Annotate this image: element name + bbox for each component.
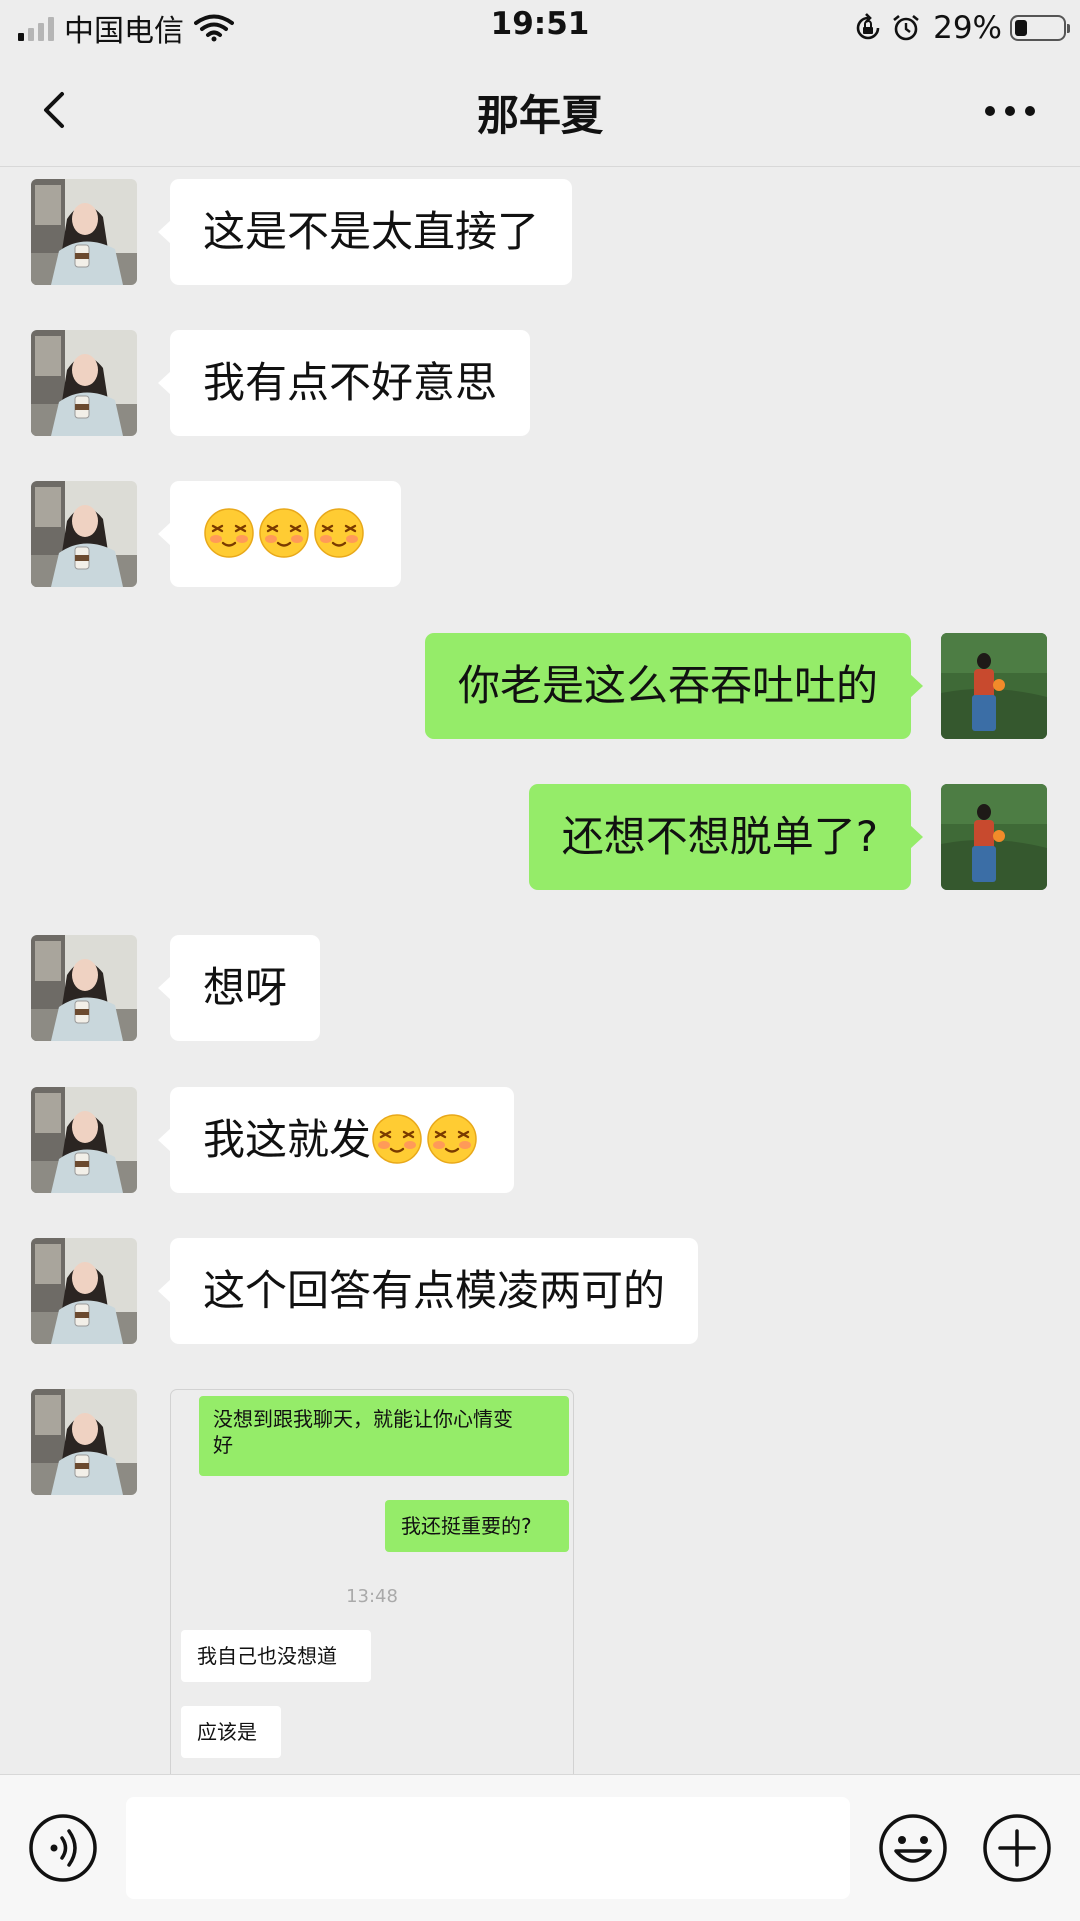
contact-avatar[interactable] <box>31 330 137 436</box>
message-bubble[interactable]: 这是不是太直接了 <box>157 179 573 285</box>
screenshot-text: 好 <box>213 1433 233 1457</box>
message-text: 这是不是太直接了 <box>203 207 540 256</box>
battery-icon <box>1010 15 1070 41</box>
my-avatar[interactable] <box>941 784 1047 890</box>
emoji-icon <box>879 1814 947 1882</box>
message-text: 我有点不好意思 <box>203 358 498 407</box>
input-bar <box>0 1774 1080 1921</box>
message-input[interactable] <box>126 1797 850 1899</box>
message-bubble[interactable]: 还想不想脱单了? <box>528 784 924 890</box>
screenshot-text: 我还挺重要的? <box>401 1514 532 1538</box>
contact-avatar[interactable] <box>31 1389 137 1495</box>
message-bubble[interactable]: 我这就发 <box>157 1087 515 1193</box>
screenshot-bubble-out: 我还挺重要的? <box>385 1500 569 1552</box>
plus-button[interactable] <box>982 1813 1052 1883</box>
more-button[interactable] <box>980 96 1040 126</box>
screenshot-bubble-out: 没想到跟我聊天，就能让你心情变 好 <box>199 1396 569 1476</box>
message-list[interactable]: 这是不是太直接了 我有点不好意思 你老是这么吞吞吐吐的 还想不想脱单了? 想呀 <box>0 167 1080 1774</box>
shy-face-emoji-icon <box>371 1113 423 1165</box>
screenshot-bubble-in: 我自己也没想道 <box>181 1630 371 1682</box>
screenshot-text: 没想到跟我聊天，就能让你心情变 <box>213 1407 513 1431</box>
message-bubble[interactable]: 这个回答有点模凌两可的 <box>157 1238 699 1344</box>
contact-avatar[interactable] <box>31 1238 137 1344</box>
contact-avatar[interactable] <box>31 481 137 587</box>
message-text: 我这就发 <box>203 1115 372 1164</box>
screenshot-text: 我自己也没想道 <box>197 1644 337 1668</box>
message-text: 还想不想脱单了? <box>561 812 878 861</box>
screenshot-timestamp: 13:48 <box>346 1586 398 1607</box>
message-bubble[interactable]: 你老是这么吞吞吐吐的 <box>424 633 924 739</box>
image-message[interactable]: 没想到跟我聊天，就能让你心情变 好 我还挺重要的? 13:48 我自己也没想道 … <box>170 1389 574 1774</box>
rotation-lock-icon <box>856 13 880 40</box>
plus-icon <box>983 1814 1051 1882</box>
contact-avatar[interactable] <box>31 179 137 285</box>
message-bubble[interactable] <box>158 481 401 587</box>
voice-icon <box>29 1814 97 1882</box>
message-text: 想呀 <box>203 963 288 1012</box>
battery-percent: 29% <box>933 10 1002 46</box>
shy-face-emoji-icon <box>426 1113 478 1165</box>
message-bubble[interactable]: 我有点不好意思 <box>157 330 531 436</box>
more-dots-icon <box>985 106 1035 116</box>
my-avatar[interactable] <box>941 633 1047 739</box>
contact-avatar[interactable] <box>31 935 137 1041</box>
message-text: 这个回答有点模凌两可的 <box>203 1266 666 1315</box>
alarm-icon <box>893 14 919 41</box>
message-bubble[interactable]: 想呀 <box>157 935 321 1041</box>
screenshot-text: 应该是 <box>197 1720 257 1744</box>
voice-button[interactable] <box>28 1813 98 1883</box>
shy-face-emoji-icon <box>258 507 310 559</box>
emoji-button[interactable] <box>878 1813 948 1883</box>
shy-face-emoji-icon <box>313 507 365 559</box>
screenshot-bubble-in: 应该是 <box>181 1706 281 1758</box>
status-bar: 中国电信 19:51 29% <box>0 0 1080 56</box>
chat-header: 那年夏 <box>0 56 1080 167</box>
chat-title: 那年夏 <box>476 91 603 140</box>
status-right: 29% <box>853 8 1070 48</box>
shy-face-emoji-icon <box>203 507 255 559</box>
contact-avatar[interactable] <box>31 1087 137 1193</box>
message-text: 你老是这么吞吞吐吐的 <box>457 661 878 710</box>
